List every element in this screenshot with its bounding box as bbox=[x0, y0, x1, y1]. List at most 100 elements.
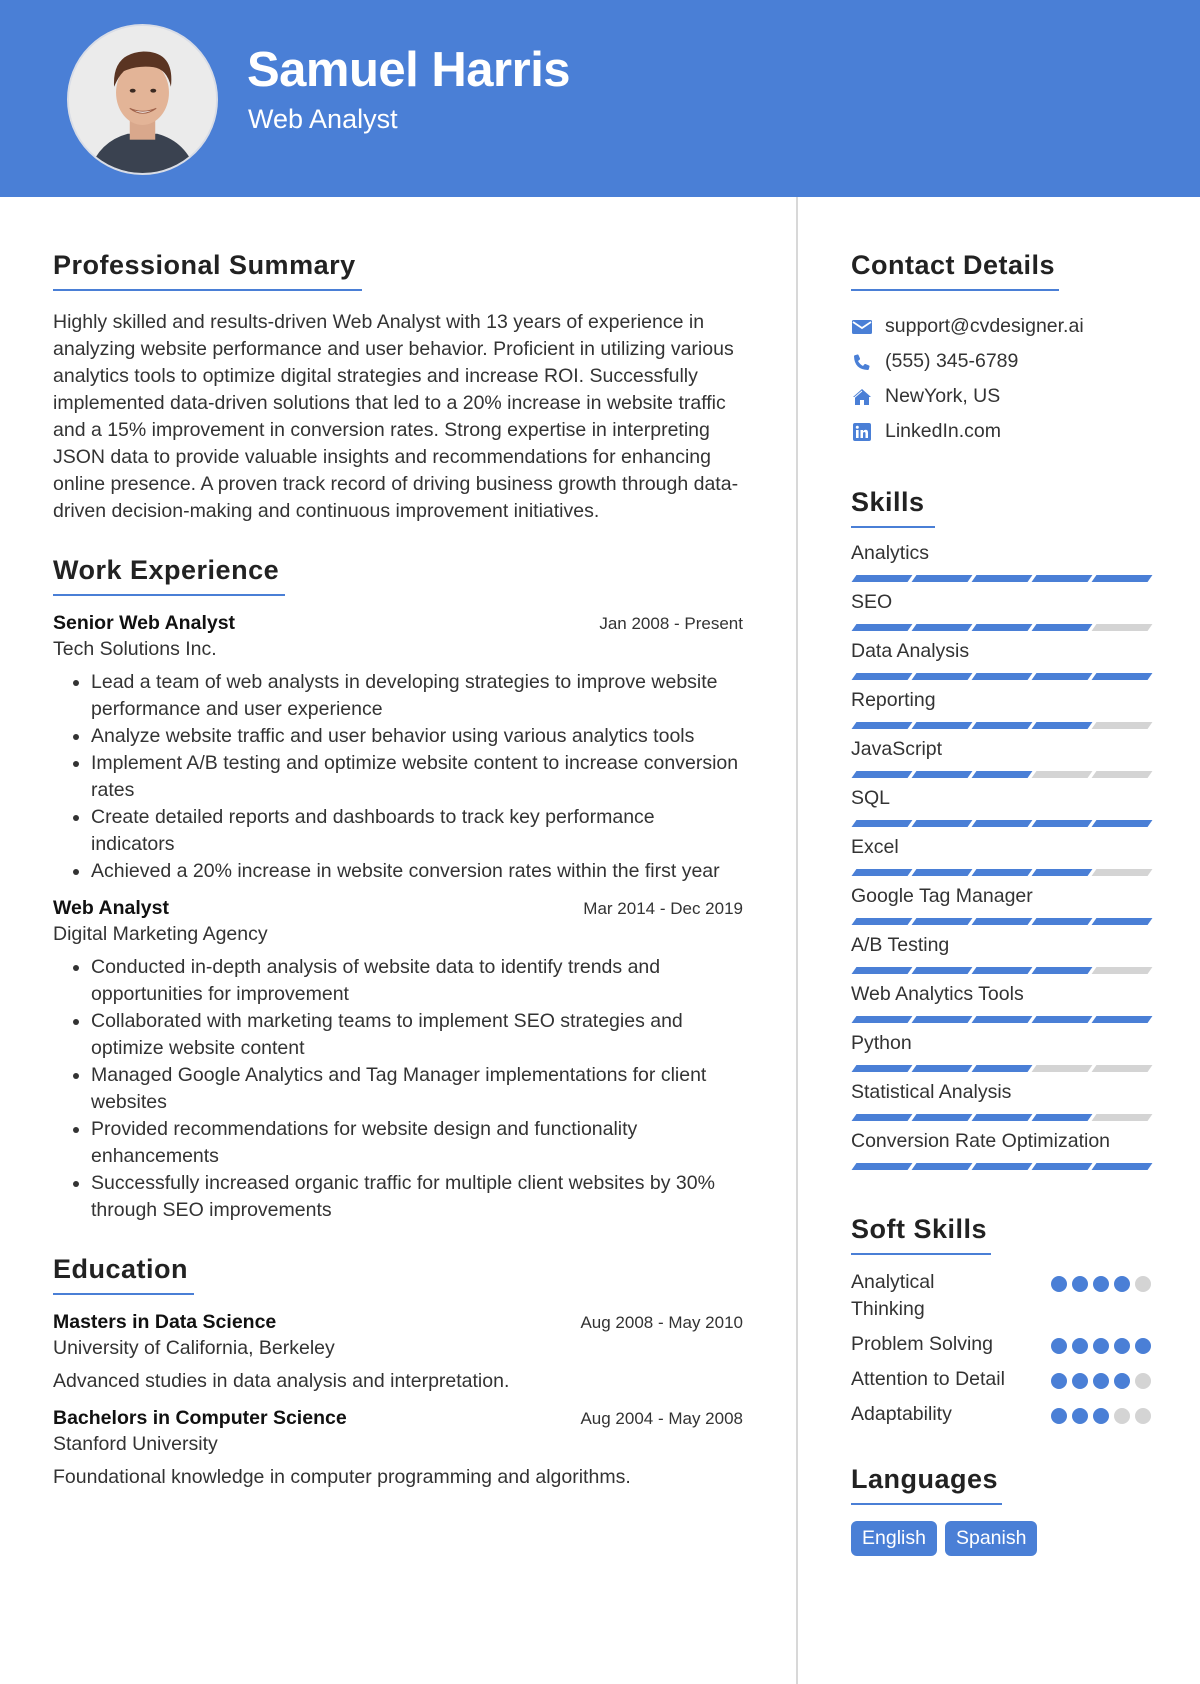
skill-segment-filled bbox=[1031, 721, 1093, 729]
skill-segment-filled bbox=[971, 1015, 1033, 1023]
rating-dot-filled bbox=[1114, 1338, 1130, 1354]
skill-list: Analytics SEO Data Analysis Reporting JavaSc… bbox=[851, 538, 1153, 1176]
job-bullets: Conducted in-depth analysis of website d… bbox=[53, 954, 743, 1224]
skill-item: Analytics bbox=[851, 538, 1153, 588]
skill-segment-filled bbox=[911, 574, 973, 582]
skill-segment-empty bbox=[1091, 1064, 1153, 1072]
skill-segment-filled bbox=[971, 1162, 1033, 1170]
skill-item: Web Analytics Tools bbox=[851, 979, 1153, 1029]
contact-phone[interactable]: (555) 345-6789 bbox=[851, 344, 1151, 379]
skill-segment-filled bbox=[851, 623, 913, 631]
skill-segment-filled bbox=[1031, 868, 1093, 876]
contact-heading: Contact Details bbox=[851, 250, 1060, 291]
skill-item: Conversion Rate Optimization bbox=[851, 1126, 1153, 1176]
profile-photo bbox=[67, 24, 218, 175]
skill-segment-filled bbox=[1091, 1162, 1153, 1170]
summary-text: Highly skilled and results-driven Web An… bbox=[53, 311, 739, 522]
rating-dot-filled bbox=[1051, 1276, 1067, 1292]
soft-skill-item: Analytical Thinking bbox=[851, 1269, 1151, 1323]
skill-segment-filled bbox=[911, 672, 973, 680]
soft-skill-name: Adaptability bbox=[851, 1403, 952, 1425]
language-list: English Spanish bbox=[851, 1521, 1151, 1556]
skill-segment-filled bbox=[971, 770, 1033, 778]
skill-segment-filled bbox=[911, 1162, 973, 1170]
skill-item: SEO bbox=[851, 587, 1153, 637]
rating-dot-filled bbox=[1051, 1373, 1067, 1389]
skill-segment-filled bbox=[851, 966, 913, 974]
rating-dot-empty bbox=[1135, 1408, 1151, 1424]
skill-segment-filled bbox=[971, 1113, 1033, 1121]
job-bullets: Lead a team of web analysts in developin… bbox=[53, 669, 743, 885]
contact-email[interactable]: support@cvdesigner.ai bbox=[851, 309, 1151, 344]
rating-dot-empty bbox=[1135, 1276, 1151, 1292]
rating-dot-filled bbox=[1093, 1338, 1109, 1354]
skill-segment-filled bbox=[971, 672, 1033, 680]
rating-dot-filled bbox=[1093, 1408, 1109, 1424]
skill-name: Reporting bbox=[851, 689, 936, 711]
soft-skill-name: Attention to Detail bbox=[851, 1368, 1005, 1390]
skill-segment-empty bbox=[1091, 770, 1153, 778]
contact-phone-text: (555) 345-6789 bbox=[885, 350, 1019, 372]
contact-section: Contact Details support@cvdesigner.ai (5… bbox=[851, 250, 1151, 449]
skill-segment-empty bbox=[1091, 868, 1153, 876]
skill-level-bar bbox=[851, 1058, 1153, 1078]
skill-segment-filled bbox=[1031, 1113, 1093, 1121]
job-company: Tech Solutions Inc. bbox=[53, 638, 217, 660]
rating-dot-filled bbox=[1093, 1276, 1109, 1292]
job-bullet: Successfully increased organic traffic f… bbox=[91, 1170, 743, 1224]
phone-icon bbox=[851, 352, 873, 372]
rating-dot-filled bbox=[1135, 1338, 1151, 1354]
contact-linkedin[interactable]: LinkedIn.com bbox=[851, 414, 1151, 449]
school-name: Stanford University bbox=[53, 1433, 218, 1455]
candidate-role: Web Analyst bbox=[248, 104, 398, 134]
skill-segment-filled bbox=[1031, 1015, 1093, 1023]
skill-name: JavaScript bbox=[851, 738, 943, 760]
soft-skill-rating bbox=[1051, 1401, 1151, 1424]
skill-name: Web Analytics Tools bbox=[851, 983, 1024, 1005]
skill-level-bar bbox=[851, 960, 1153, 980]
languages-heading: Languages bbox=[851, 1464, 1003, 1505]
skill-segment-filled bbox=[911, 721, 973, 729]
skill-segment-filled bbox=[971, 623, 1033, 631]
skill-segment-filled bbox=[911, 623, 973, 631]
skill-level-bar bbox=[851, 568, 1153, 588]
soft-skill-item: Problem Solving bbox=[851, 1331, 1151, 1358]
education-section: Education Masters in Data Science Aug 20… bbox=[53, 1254, 743, 1489]
skill-level-bar bbox=[851, 911, 1153, 931]
education-entry: Bachelors in Computer Science Aug 2004 -… bbox=[53, 1407, 743, 1489]
linkedin-icon bbox=[851, 422, 873, 442]
skill-segment-filled bbox=[911, 1113, 973, 1121]
skill-segment-filled bbox=[1031, 966, 1093, 974]
skill-segment-filled bbox=[851, 917, 913, 925]
contact-list: support@cvdesigner.ai (555) 345-6789 New… bbox=[851, 309, 1151, 449]
skill-segment-filled bbox=[851, 574, 913, 582]
skill-segment-filled bbox=[851, 819, 913, 827]
skill-level-bar bbox=[851, 862, 1153, 882]
skill-segment-empty bbox=[1031, 1064, 1093, 1072]
skill-segment-filled bbox=[911, 868, 973, 876]
skill-segment-filled bbox=[851, 1064, 913, 1072]
skill-segment-filled bbox=[971, 868, 1033, 876]
job-entry: Senior Web Analyst Jan 2008 - Present Te… bbox=[53, 612, 743, 885]
soft-skill-list: Analytical Thinking Problem Solving Attent… bbox=[851, 1269, 1151, 1428]
skill-level-bar bbox=[851, 666, 1153, 686]
skill-segment-empty bbox=[1031, 770, 1093, 778]
skill-segment-empty bbox=[1091, 623, 1153, 631]
skill-item: Data Analysis bbox=[851, 636, 1153, 686]
job-title: Senior Web Analyst bbox=[53, 612, 236, 634]
job-bullet: Conducted in-depth analysis of website d… bbox=[91, 954, 743, 1008]
skill-segment-filled bbox=[911, 966, 973, 974]
skills-heading: Skills bbox=[851, 487, 935, 528]
skill-name: Data Analysis bbox=[851, 640, 970, 662]
job-bullet: Collaborated with marketing teams to imp… bbox=[91, 1008, 743, 1062]
skill-segment-empty bbox=[1091, 966, 1153, 974]
soft-skills-heading: Soft Skills bbox=[851, 1214, 992, 1255]
languages-section: Languages English Spanish bbox=[851, 1464, 1151, 1556]
skill-level-bar bbox=[851, 1107, 1153, 1127]
avatar-illustration bbox=[69, 26, 216, 173]
skill-level-bar bbox=[851, 764, 1153, 784]
soft-skill-rating bbox=[1051, 1331, 1151, 1354]
soft-skill-name: Problem Solving bbox=[851, 1333, 993, 1355]
skill-segment-filled bbox=[1031, 819, 1093, 827]
skill-segment-filled bbox=[911, 770, 973, 778]
